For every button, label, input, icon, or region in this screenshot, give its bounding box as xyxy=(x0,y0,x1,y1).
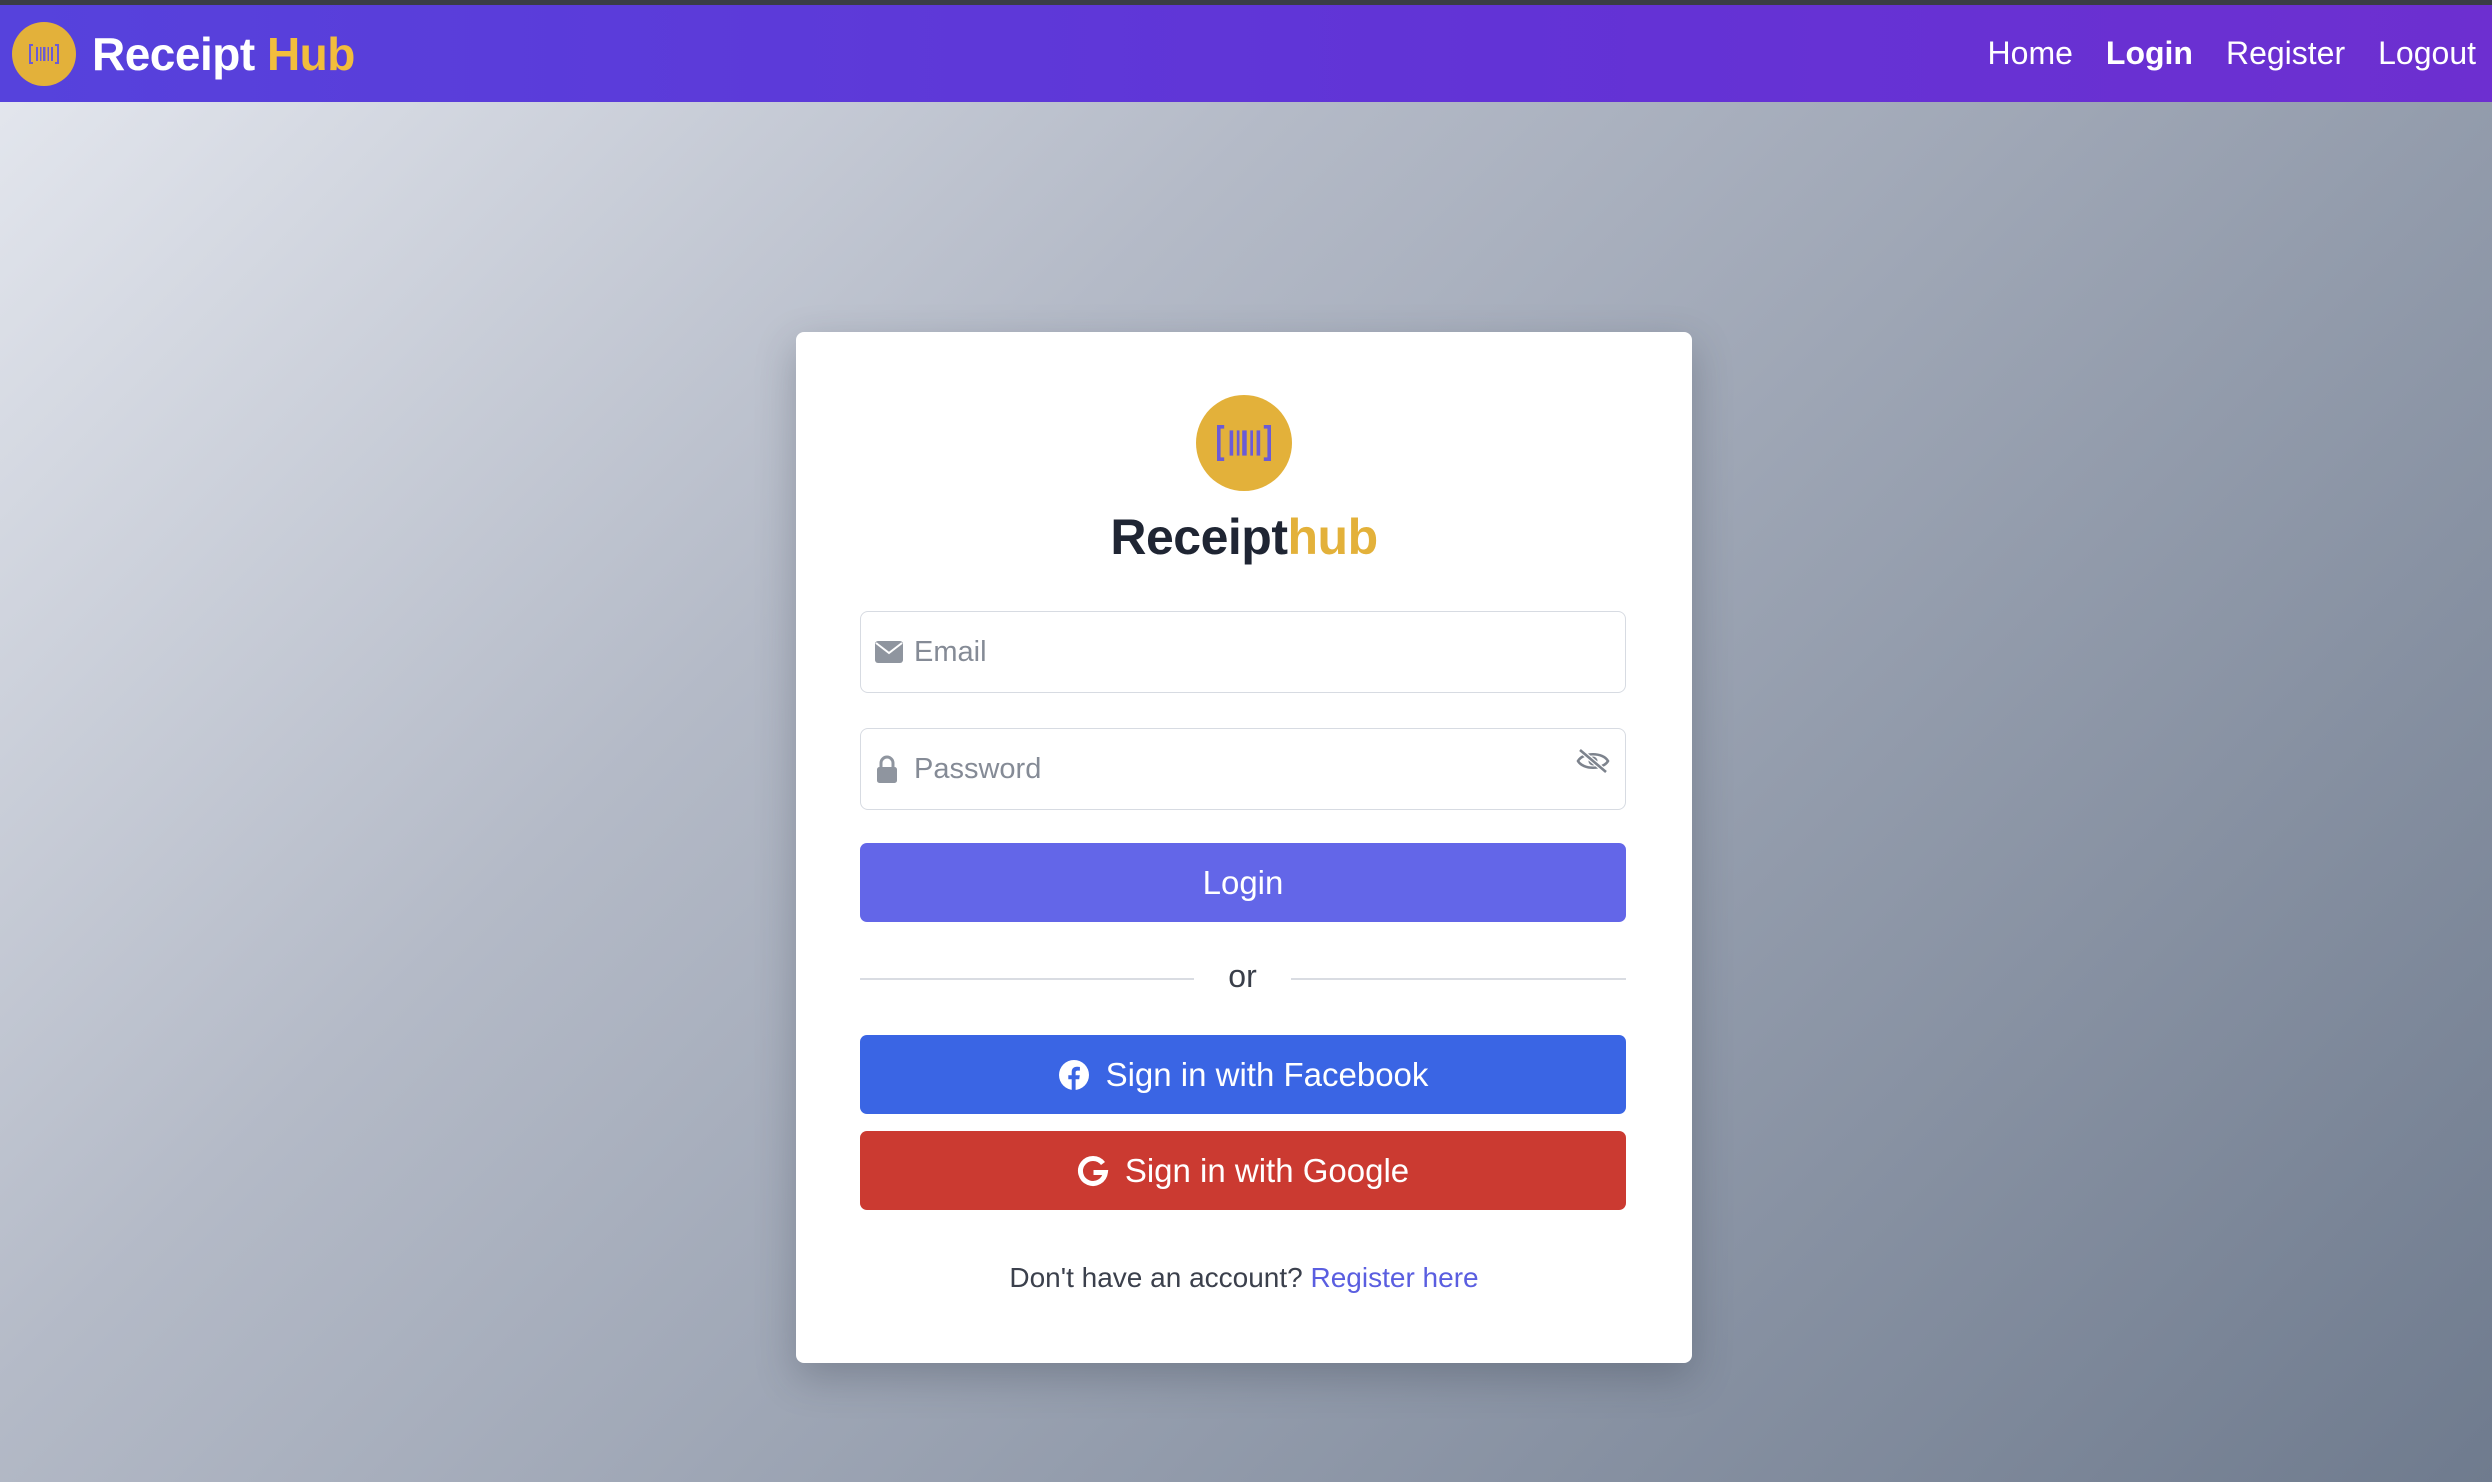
card-title: Receipthub xyxy=(796,508,1692,566)
eye-slash-icon[interactable] xyxy=(1575,743,1611,779)
google-signin-button[interactable]: Sign in with Google xyxy=(860,1131,1626,1210)
card-title-second: hub xyxy=(1287,509,1378,565)
register-prompt-text: Don't have an account? xyxy=(1009,1262,1303,1293)
facebook-icon xyxy=(1058,1059,1090,1091)
brand-name: Receipt Hub xyxy=(92,27,355,81)
email-input[interactable] xyxy=(912,612,1556,693)
google-icon xyxy=(1077,1155,1109,1187)
brand-name-second: Hub xyxy=(266,27,355,80)
login-button[interactable]: Login xyxy=(860,843,1626,922)
facebook-signin-button[interactable]: Sign in with Facebook xyxy=(860,1035,1626,1114)
brand-link[interactable]: Receipt Hub xyxy=(12,21,355,86)
nav-link-logout[interactable]: Logout xyxy=(2378,35,2476,72)
facebook-signin-label: Sign in with Facebook xyxy=(1105,1055,1429,1093)
email-field xyxy=(860,611,1626,693)
divider-line-left xyxy=(860,978,1194,980)
brand-name-first: Receipt xyxy=(92,27,255,80)
card-title-first: Receipt xyxy=(1110,509,1288,565)
nav-links: Home Login Register Logout xyxy=(1955,5,2476,102)
barcode-icon xyxy=(1196,395,1292,491)
lock-icon xyxy=(875,729,899,808)
register-prompt: Don't have an account? Register here xyxy=(796,1262,1692,1294)
divider-or: or xyxy=(1228,958,1257,994)
register-link[interactable]: Register here xyxy=(1311,1262,1479,1293)
nav-link-register[interactable]: Register xyxy=(2226,35,2345,72)
divider-line-right xyxy=(1291,978,1626,980)
barcode-icon xyxy=(12,21,76,86)
login-card: Receipthub Login or xyxy=(796,332,1692,1363)
google-signin-label: Sign in with Google xyxy=(1124,1151,1410,1189)
nav-link-home[interactable]: Home xyxy=(1988,35,2073,72)
nav-link-login[interactable]: Login xyxy=(2106,35,2193,72)
navbar: Receipt Hub Home Login Register Logout xyxy=(0,5,2492,102)
password-input[interactable] xyxy=(912,729,1556,810)
password-field xyxy=(860,728,1626,810)
envelope-icon xyxy=(875,612,903,691)
